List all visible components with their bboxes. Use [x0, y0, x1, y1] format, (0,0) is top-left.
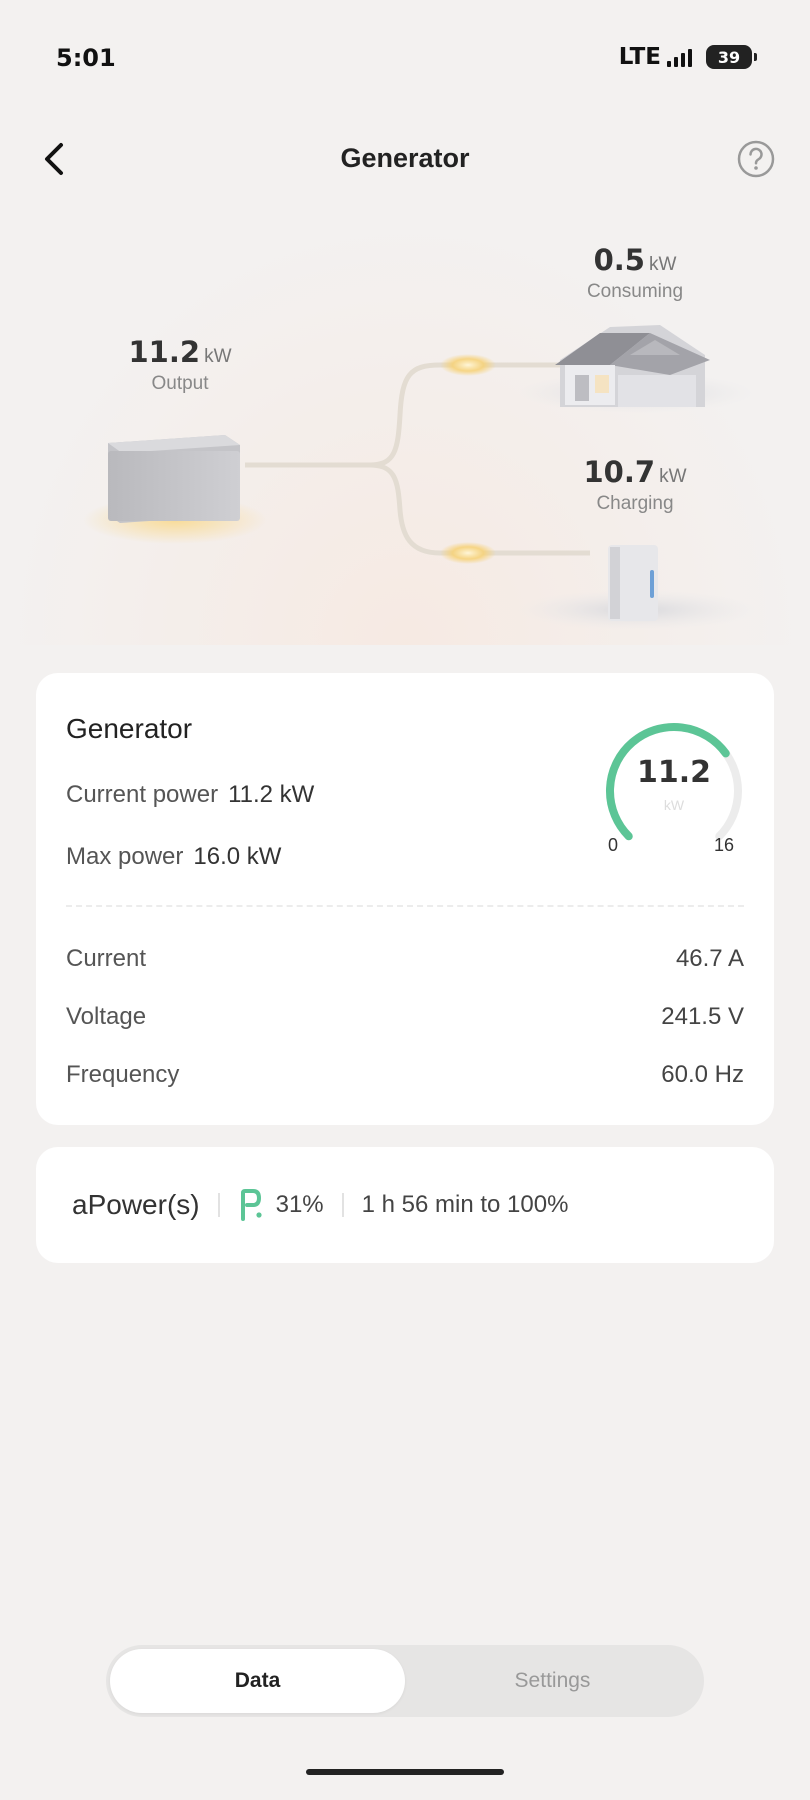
battery-icon: 39	[706, 45, 757, 69]
frequency-label: Frequency	[66, 1061, 180, 1088]
status-bar: 5:01 LTE 39	[0, 0, 810, 110]
charging-caption: Charging	[596, 493, 674, 514]
voltage-label: Voltage	[66, 1003, 147, 1030]
page-title: Generator	[340, 143, 470, 173]
tab-settings[interactable]: Settings	[405, 1649, 700, 1713]
current-value: 46.7 A	[675, 945, 744, 972]
apower-name: aPower(s)	[72, 1189, 200, 1220]
nav-bar: Generator	[0, 125, 810, 195]
frequency-row: Frequency 60.0 Hz	[66, 1061, 744, 1089]
current-power-value: 11.2 kW	[228, 781, 315, 808]
status-indicators: LTE 39	[618, 44, 757, 70]
apower-eta: 1 h 56 min to 100%	[361, 1191, 569, 1218]
output-reading: 11.2 kW Output	[110, 335, 250, 395]
max-power-label: Max power	[66, 843, 184, 870]
gauge-value: 11.2	[636, 755, 712, 790]
apower-percent: 31%	[275, 1191, 324, 1218]
current-label: Current	[66, 945, 147, 972]
help-button[interactable]	[736, 139, 776, 179]
generator-card-title: Generator	[66, 713, 193, 744]
signal-icon	[667, 47, 692, 67]
voltage-row: Voltage 241.5 V	[66, 1003, 744, 1031]
frequency-value: 60.0 Hz	[661, 1061, 744, 1088]
tab-data[interactable]: Data	[110, 1649, 405, 1713]
divider	[66, 905, 744, 907]
charging-value: 10.7	[583, 455, 656, 489]
question-circle-icon	[737, 140, 775, 178]
max-power-value: 16.0 kW	[193, 843, 282, 870]
separator	[217, 1193, 220, 1217]
current-power-label: Current power	[66, 781, 219, 808]
charging-unit: kW	[659, 466, 687, 487]
consuming-reading: 0.5 kW Consuming	[560, 243, 710, 303]
output-unit: kW	[204, 346, 232, 367]
separator	[341, 1193, 344, 1217]
battery-charging-icon	[240, 1189, 262, 1221]
current-power: Current power 11.2 kW	[66, 781, 314, 809]
output-value: 11.2	[128, 335, 201, 369]
gauge-unit: kW	[663, 797, 685, 813]
generator-card: Generator Current power 11.2 kW Max power…	[36, 673, 774, 1125]
max-power: Max power 16.0 kW	[66, 843, 281, 871]
apower-card[interactable]: aPower(s) 31% 1 h 56 min to 100%	[36, 1147, 774, 1263]
home-indicator[interactable]	[306, 1769, 504, 1775]
network-type: LTE	[618, 44, 661, 70]
output-caption: Output	[151, 373, 209, 394]
power-gauge: 11.2 kW 0 16	[600, 717, 748, 865]
gauge-min: 0	[608, 835, 619, 855]
house-illustration	[515, 325, 755, 413]
consuming-value: 0.5	[593, 243, 645, 277]
consuming-caption: Consuming	[586, 281, 684, 302]
energy-flow-diagram: 11.2 kW Output 0.5 kW Consuming 10.7 kW Cha…	[0, 215, 810, 645]
gauge-max: 16	[713, 835, 734, 855]
status-time: 5:01	[56, 44, 116, 72]
current-row: Current 46.7 A	[66, 945, 744, 973]
generator-illustration	[83, 435, 267, 544]
consuming-unit: kW	[648, 254, 677, 275]
voltage-value: 241.5 V	[661, 1003, 744, 1030]
charging-reading: 10.7 kW Charging	[560, 455, 710, 515]
battery-unit-illustration	[516, 545, 756, 630]
tab-switcher: Data Settings	[106, 1645, 704, 1717]
